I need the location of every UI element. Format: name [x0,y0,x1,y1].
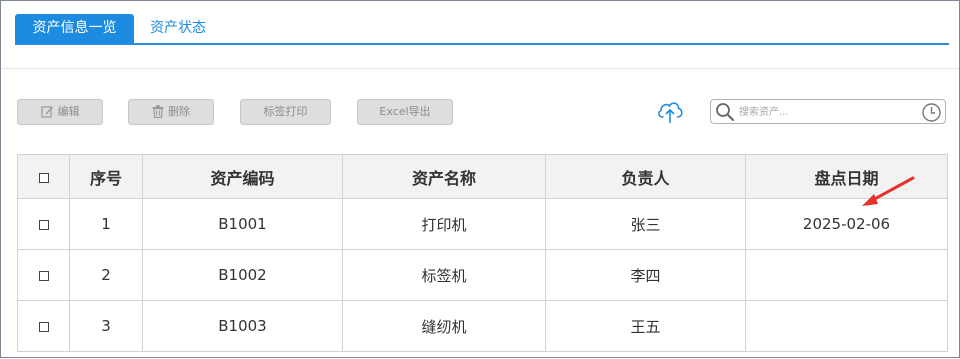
cell-no: 1 [69,198,143,250]
cell-owner: 王五 [545,300,746,352]
row-select-cell [17,198,70,250]
column-header-date: 盘点日期 [745,154,948,199]
cell-no: 3 [69,300,143,352]
delete-button[interactable]: 删除 [128,99,214,125]
cell-name: 标签机 [342,249,546,301]
cell-date: 2025-02-06 [745,198,948,250]
delete-button-label: 删除 [168,105,190,118]
cell-name: 缝纫机 [342,300,546,352]
clock-icon[interactable] [921,102,942,123]
table-header-row: 序号 资产编码 资产名称 负责人 盘点日期 [17,154,948,199]
cell-code: B1002 [142,249,343,301]
row-checkbox[interactable] [38,321,49,332]
label-print-button[interactable]: 标签打印 [240,99,331,125]
excel-export-button-label: Excel导出 [379,105,431,118]
edit-icon [40,105,53,118]
select-all-cell [17,154,70,199]
column-header-name: 资产名称 [342,154,546,199]
table-row[interactable]: 1 B1001 打印机 张三 2025-02-06 [17,198,948,250]
row-checkbox[interactable] [38,270,49,281]
app-window: 资产信息一览 资产状态 编辑 删除 标签打印 Excel导出 搜索资产... 序… [0,0,960,358]
cloud-upload-icon[interactable] [656,99,684,125]
tab-asset-status[interactable]: 资产状态 [137,14,219,43]
row-select-cell [17,249,70,301]
column-header-owner: 负责人 [545,154,746,199]
tab-bar: 资产信息一览 资产状态 [15,14,949,45]
label-print-button-label: 标签打印 [263,105,308,118]
table-row[interactable]: 2 B1002 标签机 李四 [17,249,948,301]
trash-icon [152,104,164,118]
asset-table: 序号 资产编码 资产名称 负责人 盘点日期 1 B1001 打印机 张三 202… [17,154,948,352]
cell-date [745,249,948,301]
cell-no: 2 [69,249,143,301]
column-header-no: 序号 [69,154,143,199]
row-select-cell [17,300,70,352]
row-checkbox[interactable] [38,219,49,230]
cell-owner: 张三 [545,198,746,250]
cell-date [745,300,948,352]
divider [2,68,959,69]
edit-button-label: 编辑 [57,105,80,118]
cell-name: 打印机 [342,198,546,250]
search-icon [716,103,734,121]
column-header-code: 资产编码 [142,154,343,199]
select-all-checkbox[interactable] [38,172,49,183]
cell-owner: 李四 [545,249,746,301]
table-row[interactable]: 3 B1003 缝纫机 王五 [17,300,948,352]
excel-export-button[interactable]: Excel导出 [357,99,453,125]
cell-code: B1003 [142,300,343,352]
search-input[interactable] [739,103,919,121]
cell-code: B1001 [142,198,343,250]
edit-button[interactable]: 编辑 [17,99,103,125]
tab-asset-overview[interactable]: 资产信息一览 [15,14,134,43]
search-box [710,99,946,124]
